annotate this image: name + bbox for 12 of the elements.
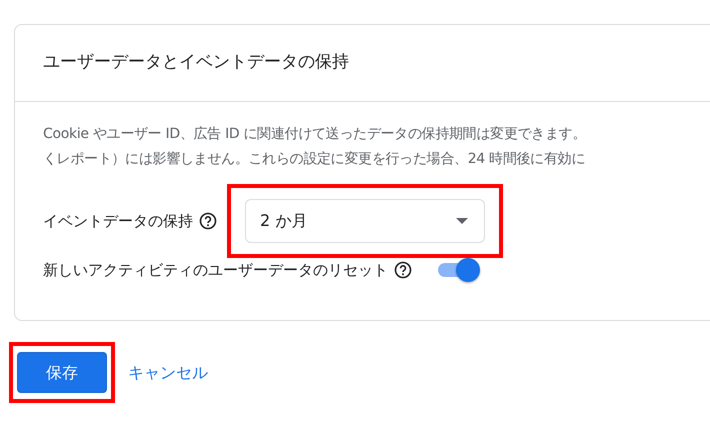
description-text: Cookie やユーザー ID、広告 ID に関連付けて送ったデータの保持期間は変更できます。 [43,125,588,144]
card-title: ユーザーデータとイベントデータの保持 [42,51,350,74]
toggle-switch[interactable] [436,258,480,282]
retention-select[interactable]: 2 か月 [245,199,485,243]
description-text: くレポート）には影響しません。これらの設定に変更を行った場合、24 時間後に有効に [43,150,586,169]
toggle-label: 新しいアクティビティのユーザーデータのリセット [43,260,388,281]
field-label: イベントデータの保持 [43,210,193,232]
dropdown-arrow-icon [456,218,468,224]
help-icon[interactable] [394,261,412,279]
save-button[interactable]: 保存 [17,352,107,393]
help-icon[interactable] [199,212,217,230]
cancel-link[interactable]: キャンセル [128,362,208,382]
